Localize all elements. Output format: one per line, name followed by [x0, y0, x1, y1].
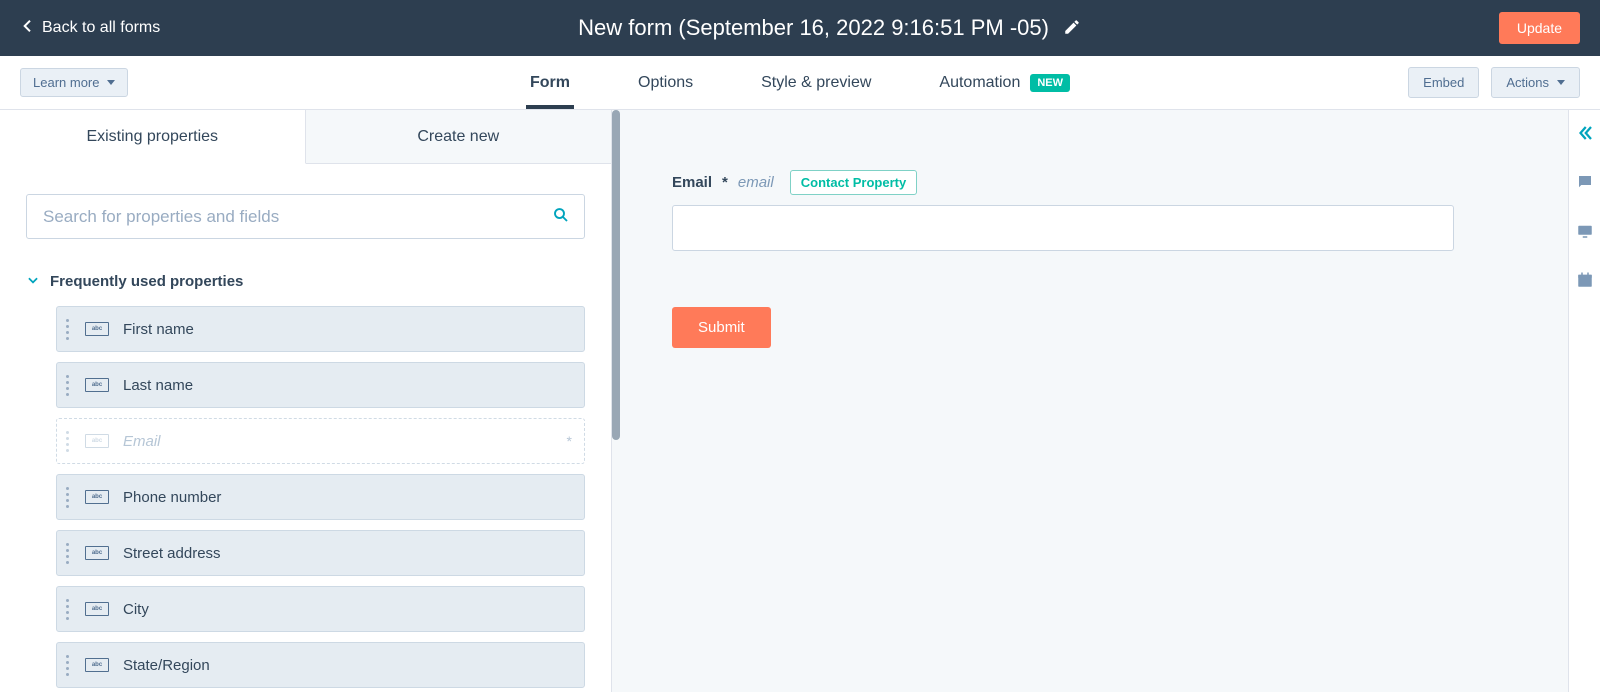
property-first-name[interactable]: abc First name	[56, 306, 585, 352]
property-label: First name	[123, 321, 194, 338]
section-title: Frequently used properties	[50, 273, 243, 290]
drag-handle-icon[interactable]	[63, 543, 71, 564]
chevron-down-icon	[26, 273, 40, 290]
tab-label: Existing properties	[86, 128, 218, 146]
form-canvas[interactable]: Email * email Contact Property Submit	[612, 110, 1568, 692]
right-rail	[1568, 110, 1600, 692]
tab-style-preview[interactable]: Style & preview	[757, 56, 875, 109]
form-title: New form (September 16, 2022 9:16:51 PM …	[578, 15, 1049, 41]
properties-panel-body[interactable]: Frequently used properties abc First nam…	[0, 164, 611, 692]
main-tabs: Form Options Style & preview Automation …	[526, 56, 1074, 109]
email-input[interactable]	[672, 205, 1454, 251]
drag-handle-icon[interactable]	[63, 487, 71, 508]
tab-label: Style & preview	[761, 74, 871, 92]
tab-create-new[interactable]: Create new	[306, 110, 612, 164]
search-input[interactable]	[41, 206, 542, 228]
drag-handle-icon	[63, 431, 71, 452]
required-indicator: *	[722, 174, 728, 191]
calendar-icon[interactable]	[1576, 271, 1594, 292]
collapse-panel-icon[interactable]	[1576, 124, 1594, 145]
properties-panel-tabs: Existing properties Create new	[0, 110, 611, 164]
pencil-icon[interactable]	[1063, 18, 1081, 39]
text-field-icon: abc	[85, 546, 109, 560]
field-internal-name: email	[738, 174, 774, 191]
tab-label: Form	[530, 74, 570, 92]
sub-nav-bar: Learn more Form Options Style & preview …	[0, 56, 1600, 110]
learn-more-button[interactable]: Learn more	[20, 68, 128, 97]
property-last-name[interactable]: abc Last name	[56, 362, 585, 408]
search-icon[interactable]	[552, 206, 570, 227]
search-field-wrap	[26, 194, 585, 239]
app-top-bar: Back to all forms New form (September 16…	[0, 0, 1600, 56]
scrollbar[interactable]	[612, 110, 620, 440]
property-label: State/Region	[123, 657, 210, 674]
tab-form[interactable]: Form	[526, 56, 574, 109]
learn-more-label: Learn more	[33, 75, 99, 90]
property-label: Last name	[123, 377, 193, 394]
drag-handle-icon[interactable]	[63, 375, 71, 396]
text-field-icon: abc	[85, 490, 109, 504]
field-label: Email	[672, 174, 712, 191]
right-actions: Embed Actions	[1408, 67, 1580, 98]
text-field-icon: abc	[85, 434, 109, 448]
tab-options[interactable]: Options	[634, 56, 697, 109]
property-label: Phone number	[123, 489, 221, 506]
form-title-wrap: New form (September 16, 2022 9:16:51 PM …	[578, 15, 1081, 41]
drag-handle-icon[interactable]	[63, 599, 71, 620]
text-field-icon: abc	[85, 322, 109, 336]
drag-handle-icon[interactable]	[63, 319, 71, 340]
section-frequently-used[interactable]: Frequently used properties	[26, 273, 585, 290]
text-field-icon: abc	[85, 378, 109, 392]
actions-button[interactable]: Actions	[1491, 67, 1580, 98]
tab-label: Create new	[417, 128, 499, 146]
tab-existing-properties[interactable]: Existing properties	[0, 110, 306, 164]
caret-down-icon	[1557, 80, 1565, 85]
property-label: City	[123, 601, 149, 618]
required-star-icon: *	[567, 433, 572, 449]
chevron-left-icon	[20, 18, 36, 39]
property-label: Street address	[123, 545, 221, 562]
chat-icon[interactable]	[1576, 173, 1594, 194]
text-field-icon: abc	[85, 658, 109, 672]
property-state-region[interactable]: abc State/Region	[56, 642, 585, 688]
caret-down-icon	[107, 80, 115, 85]
embed-button[interactable]: Embed	[1408, 67, 1479, 98]
properties-panel: Existing properties Create new Frequentl…	[0, 110, 612, 692]
back-to-forms-link[interactable]: Back to all forms	[20, 18, 160, 39]
property-city[interactable]: abc City	[56, 586, 585, 632]
content-area: Existing properties Create new Frequentl…	[0, 110, 1600, 692]
property-street-address[interactable]: abc Street address	[56, 530, 585, 576]
property-email: abc Email *	[56, 418, 585, 464]
property-phone-number[interactable]: abc Phone number	[56, 474, 585, 520]
form-field-header: Email * email Contact Property	[672, 170, 1544, 195]
text-field-icon: abc	[85, 602, 109, 616]
back-to-forms-label: Back to all forms	[42, 19, 160, 37]
property-type-tag: Contact Property	[790, 170, 917, 195]
submit-button[interactable]: Submit	[672, 307, 771, 348]
property-list: abc First name abc Last name abc Email *	[26, 306, 585, 688]
new-badge: NEW	[1030, 74, 1070, 92]
tab-automation[interactable]: Automation NEW	[935, 56, 1074, 109]
actions-label: Actions	[1506, 75, 1549, 90]
display-icon[interactable]	[1576, 222, 1594, 243]
tab-label: Options	[638, 74, 693, 92]
property-label: Email	[123, 433, 161, 450]
tab-label: Automation	[939, 74, 1020, 92]
embed-label: Embed	[1423, 75, 1464, 90]
drag-handle-icon[interactable]	[63, 655, 71, 676]
update-button[interactable]: Update	[1499, 12, 1580, 44]
